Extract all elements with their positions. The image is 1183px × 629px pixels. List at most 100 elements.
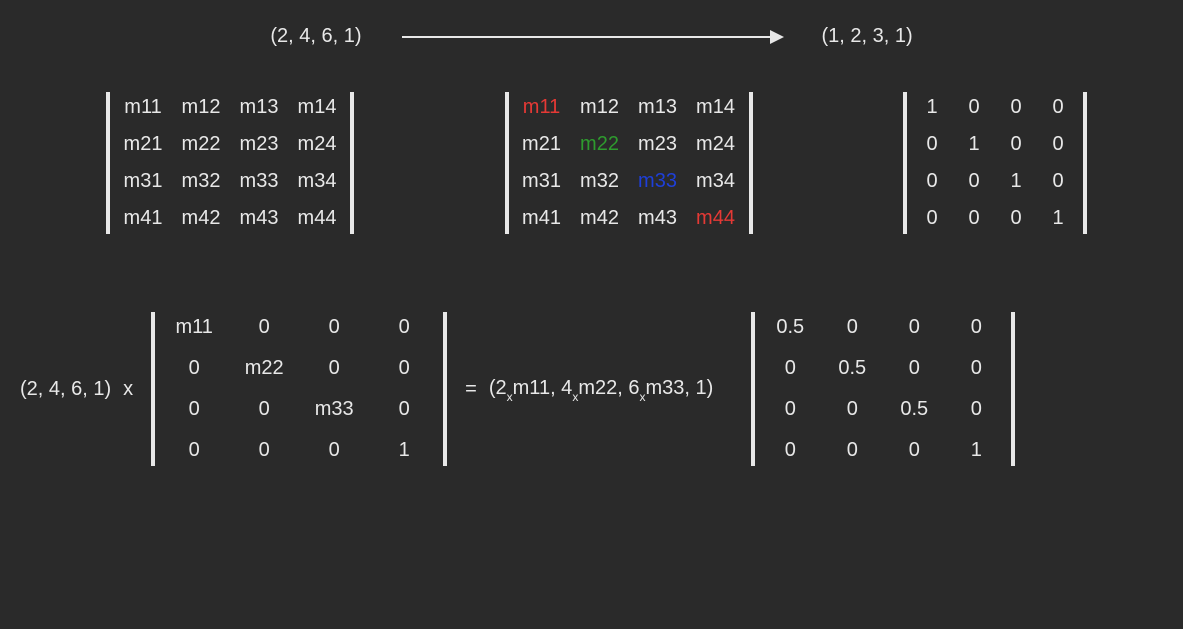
multiply-sign: x [123, 378, 133, 401]
matrix-diagonal: m11 0 0 0 0 m22 0 0 0 0 m33 0 0 0 0 1 [145, 308, 453, 470]
matrix-cell: 0 [765, 357, 815, 380]
matrix-cell: m14 [294, 96, 340, 119]
matrix-cell: m24 [693, 133, 739, 156]
matrix-row: m11 m12 m13 m14 [120, 96, 340, 119]
matrix-cell: m12 [577, 96, 623, 119]
matrix-cell: 0 [1043, 133, 1073, 156]
matrix-row: 0 0 0.5 0 [765, 398, 1001, 421]
matrix-cell: m42 [577, 207, 623, 230]
matrix-cell: m12 [178, 96, 224, 119]
matrix-row: 0 0.5 0 0 [765, 357, 1001, 380]
matrix-row: m31 m32 m33 m34 [120, 170, 340, 193]
matrix-row: m31 m32 m33 m34 [519, 170, 739, 193]
bracket-left-icon [505, 92, 509, 234]
equals-sign: = [465, 378, 477, 401]
matrix-cell: m34 [693, 170, 739, 193]
matrix-body: m11 m12 m13 m14 m21 m22 m23 m24 m31 m32 … [116, 88, 344, 238]
bracket-right-icon [1011, 312, 1015, 466]
matrix-cell: 0 [305, 357, 363, 380]
matrix-identity: 1 0 0 0 0 1 0 0 0 0 1 0 0 0 0 1 [897, 88, 1093, 238]
matrix-cell: m31 [120, 170, 166, 193]
bracket-left-icon [151, 312, 155, 466]
bracket-right-icon [1083, 92, 1087, 234]
matrix-cell: m14 [693, 96, 739, 119]
matrix-row: 0 0 1 0 [917, 170, 1073, 193]
matrix-cell: m41 [519, 207, 565, 230]
bracket-left-icon [903, 92, 907, 234]
matrices-row: m11 m12 m13 m14 m21 m22 m23 m24 m31 m32 … [0, 88, 1183, 238]
matrix-cell: 0 [1043, 170, 1073, 193]
matrix-cell: 0 [305, 316, 363, 339]
matrix-cell: m32 [577, 170, 623, 193]
result-part: m11, 4 [513, 377, 573, 399]
matrix-cell: 0 [375, 398, 433, 421]
matrix-row: m41 m42 m43 m44 [120, 207, 340, 230]
matrix-cell: 0 [305, 439, 363, 462]
matrix-cell: 0 [765, 398, 815, 421]
result-part: (2 [489, 377, 507, 399]
matrix-row: m11 0 0 0 [165, 316, 433, 339]
matrix-cell: 0.5 [765, 316, 815, 339]
subscript-x: x [507, 390, 513, 404]
matrix-cell: 1 [917, 96, 947, 119]
matrix-row: 0 0 m33 0 [165, 398, 433, 421]
matrix-cell-m33: m33 [635, 170, 681, 193]
matrix-cell: m44 [294, 207, 340, 230]
equation-vector: (2, 4, 6, 1) [20, 378, 111, 401]
matrix-cell: m33 [236, 170, 282, 193]
matrix-cell: 1 [951, 439, 1001, 462]
matrix-cell: m23 [236, 133, 282, 156]
matrix-cell: 0 [375, 357, 433, 380]
matrix-cell: 0 [765, 439, 815, 462]
matrix-row: 1 0 0 0 [917, 96, 1073, 119]
bracket-right-icon [443, 312, 447, 466]
matrix-cell-m22: m22 [577, 133, 623, 156]
matrix-cell: 0 [917, 207, 947, 230]
matrix-cell: 0 [235, 439, 293, 462]
matrix-cell: 0 [889, 439, 939, 462]
result-part: m33, 1) [645, 377, 713, 399]
matrix-cell: m33 [305, 398, 363, 421]
matrix-cell: 0 [917, 133, 947, 156]
matrix-cell: m24 [294, 133, 340, 156]
matrix-highlighted-diagonal: m11 m12 m13 m14 m21 m22 m23 m24 m31 m32 … [499, 88, 759, 238]
matrix-cell: 0 [165, 398, 223, 421]
matrix-cell: m23 [635, 133, 681, 156]
matrix-cell: 0 [235, 398, 293, 421]
bracket-right-icon [350, 92, 354, 234]
matrix-cell: 0 [165, 439, 223, 462]
matrix-cell: 0 [959, 96, 989, 119]
bracket-right-icon [749, 92, 753, 234]
matrix-cell: 0 [951, 398, 1001, 421]
matrix-cell: 0 [827, 398, 877, 421]
matrix-row: 0.5 0 0 0 [765, 316, 1001, 339]
equation-result: (2xm11, 4xm22, 6xm33, 1) [489, 377, 713, 402]
matrix-row: 0 0 0 1 [917, 207, 1073, 230]
matrix-cell: 0 [375, 316, 433, 339]
matrix-cell: 0 [951, 316, 1001, 339]
matrix-cell: 1 [1001, 170, 1031, 193]
matrix-cell: 0 [1001, 96, 1031, 119]
matrix-cell: 0 [889, 357, 939, 380]
matrix-cell: 0 [1001, 133, 1031, 156]
matrix-row: 0 1 0 0 [917, 133, 1073, 156]
matrix-cell: 1 [1043, 207, 1073, 230]
matrix-cell: m21 [519, 133, 565, 156]
subscript-x: x [572, 390, 578, 404]
matrix-cell: 0.5 [889, 398, 939, 421]
matrix-cell: 0 [889, 316, 939, 339]
matrix-cell: 1 [959, 133, 989, 156]
matrix-body: 0.5 0 0 0 0 0.5 0 0 0 0 0.5 0 0 0 0 1 [761, 308, 1005, 470]
matrix-half-scale: 0.5 0 0 0 0 0.5 0 0 0 0 0.5 0 0 0 0 1 [745, 308, 1021, 470]
matrix-cell: 0 [1001, 207, 1031, 230]
input-tuple: (2, 4, 6, 1) [270, 25, 361, 48]
matrix-cell: 0 [1043, 96, 1073, 119]
matrix-cell: 0.5 [827, 357, 877, 380]
matrix-generic: m11 m12 m13 m14 m21 m22 m23 m24 m31 m32 … [100, 88, 360, 238]
subscript-x: x [639, 390, 645, 404]
matrix-row: 0 m22 0 0 [165, 357, 433, 380]
matrix-cell: 0 [959, 170, 989, 193]
matrix-cell-m11: m11 [519, 96, 565, 119]
matrix-cell: m32 [178, 170, 224, 193]
matrix-cell: m13 [236, 96, 282, 119]
